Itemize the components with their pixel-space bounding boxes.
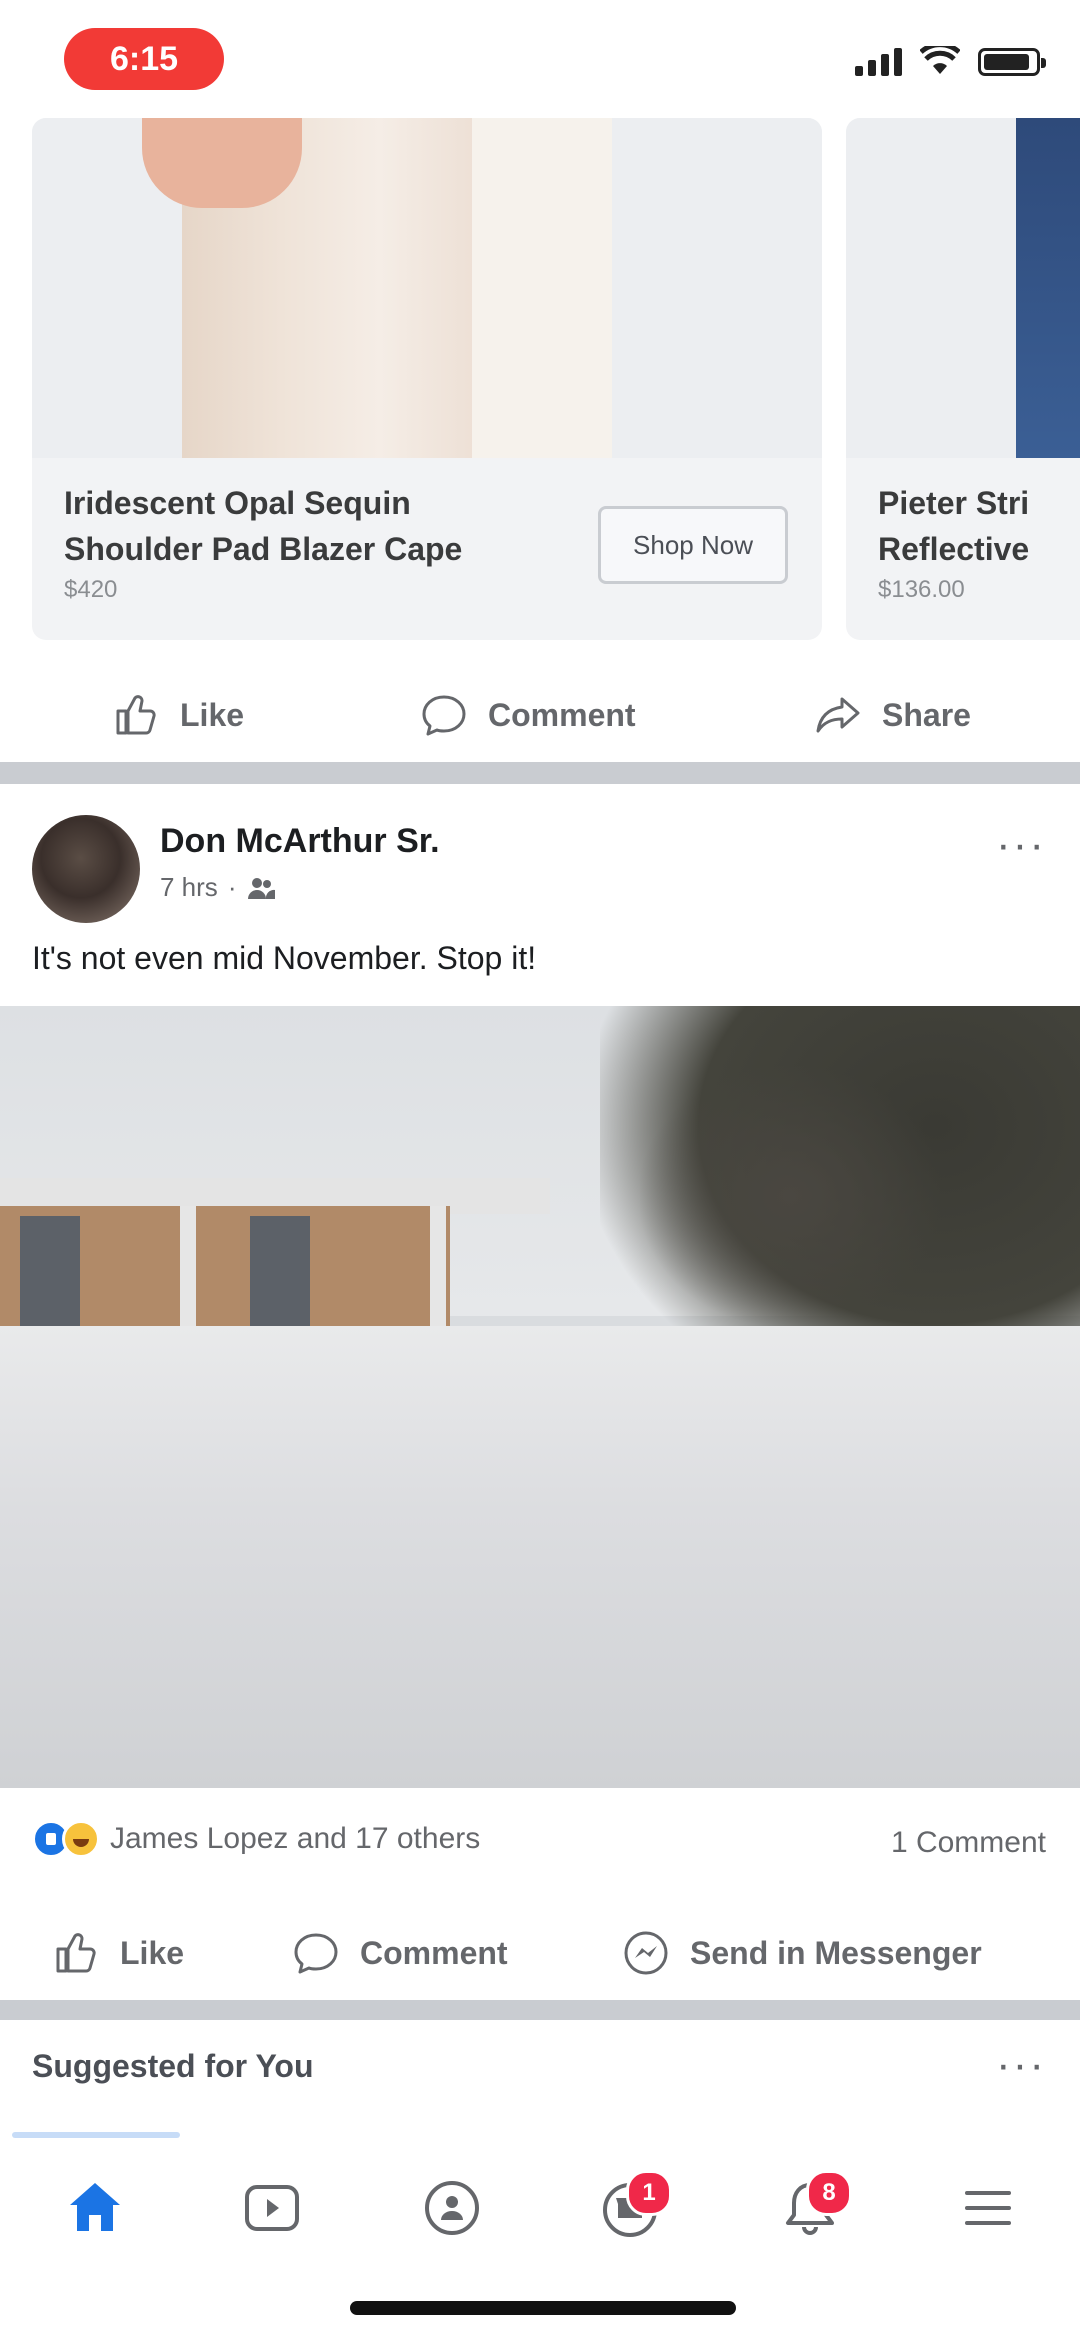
- suggested-more-button[interactable]: ···: [996, 2040, 1046, 2090]
- notifications-badge: 8: [806, 2170, 852, 2216]
- tab-menu[interactable]: [938, 2158, 1038, 2258]
- comment-button[interactable]: Comment: [290, 1927, 508, 1979]
- like-label: Like: [180, 696, 245, 733]
- signal-icon: [855, 46, 902, 76]
- shop-now-button[interactable]: Shop Now: [598, 506, 788, 584]
- tab-groups[interactable]: [402, 2158, 502, 2258]
- like-button[interactable]: Like: [50, 1927, 184, 1979]
- messenger-icon: [624, 1931, 668, 1975]
- like-icon: [56, 1933, 96, 1973]
- share-icon: [816, 697, 860, 733]
- comment-icon: [422, 695, 466, 736]
- ad-card[interactable]: Pieter Stri Reflective $136.00: [846, 118, 1080, 640]
- ad-action-bar: Like Comment Share: [0, 680, 1080, 750]
- marketplace-badge: 1: [626, 2170, 672, 2216]
- like-label: Like: [120, 1934, 185, 1971]
- tab-watch[interactable]: [222, 2158, 322, 2258]
- ad-title-line: Pieter Stri: [878, 485, 1030, 521]
- battery-icon: [978, 48, 1046, 76]
- ad-product-image[interactable]: [846, 118, 1080, 458]
- comment-label: Comment: [360, 1934, 508, 1971]
- send-label: Send in Messenger: [690, 1934, 982, 1971]
- post-action-bar: Like Comment Send in Messenger: [0, 1918, 1080, 1988]
- home-indicator[interactable]: [350, 2301, 736, 2315]
- post-more-button[interactable]: ···: [996, 820, 1046, 870]
- reaction-summary[interactable]: James Lopez and 17 others: [32, 1820, 480, 1858]
- watch-icon: [245, 2185, 299, 2231]
- feed-divider: [0, 2000, 1080, 2020]
- comment-icon: [294, 1933, 338, 1974]
- tab-marketplace[interactable]: 1: [580, 2158, 680, 2258]
- ad-card[interactable]: Iridescent Opal Sequin Shoulder Pad Blaz…: [32, 118, 822, 640]
- like-icon: [116, 695, 156, 735]
- home-icon: [70, 2183, 120, 2231]
- post-photo[interactable]: [0, 1006, 1080, 1788]
- comment-count[interactable]: 1 Comment: [891, 1826, 1046, 1860]
- like-button[interactable]: Like: [110, 689, 244, 741]
- tab-notifications[interactable]: 8: [760, 2158, 860, 2258]
- comment-button[interactable]: Comment: [418, 689, 636, 741]
- post-text: It's not even mid November. Stop it!: [32, 940, 537, 976]
- groups-icon: [425, 2181, 479, 2235]
- menu-icon: [965, 2191, 1011, 2225]
- avatar[interactable]: [32, 815, 140, 923]
- ad-title-line: Reflective: [878, 531, 1030, 567]
- active-tab-indicator: [12, 2132, 180, 2138]
- status-time: 6:15: [64, 28, 224, 90]
- tab-home[interactable]: [45, 2158, 145, 2258]
- friends-icon: [248, 877, 276, 899]
- ad-product-image[interactable]: [32, 118, 822, 458]
- ad-price: $136.00: [878, 576, 965, 603]
- post-meta: 7 hrs ·: [160, 872, 276, 903]
- suggested-header: Suggested for You: [32, 2048, 314, 2084]
- comment-label: Comment: [488, 696, 636, 733]
- feed-divider: [0, 762, 1080, 784]
- post-time[interactable]: 7 hrs: [160, 872, 218, 903]
- send-in-messenger-button[interactable]: Send in Messenger: [620, 1927, 982, 1979]
- ad-carousel[interactable]: Iridescent Opal Sequin Shoulder Pad Blaz…: [0, 118, 1080, 640]
- share-button[interactable]: Share: [812, 689, 971, 741]
- wifi-icon: [920, 46, 960, 74]
- reactions-text: James Lopez and 17 others: [110, 1822, 481, 1855]
- system-icons: [855, 46, 1046, 76]
- status-bar: 6:15: [0, 0, 1080, 115]
- post-author[interactable]: Don McArthur Sr.: [160, 822, 440, 861]
- haha-reaction-icon: [62, 1820, 100, 1858]
- share-label: Share: [882, 696, 971, 733]
